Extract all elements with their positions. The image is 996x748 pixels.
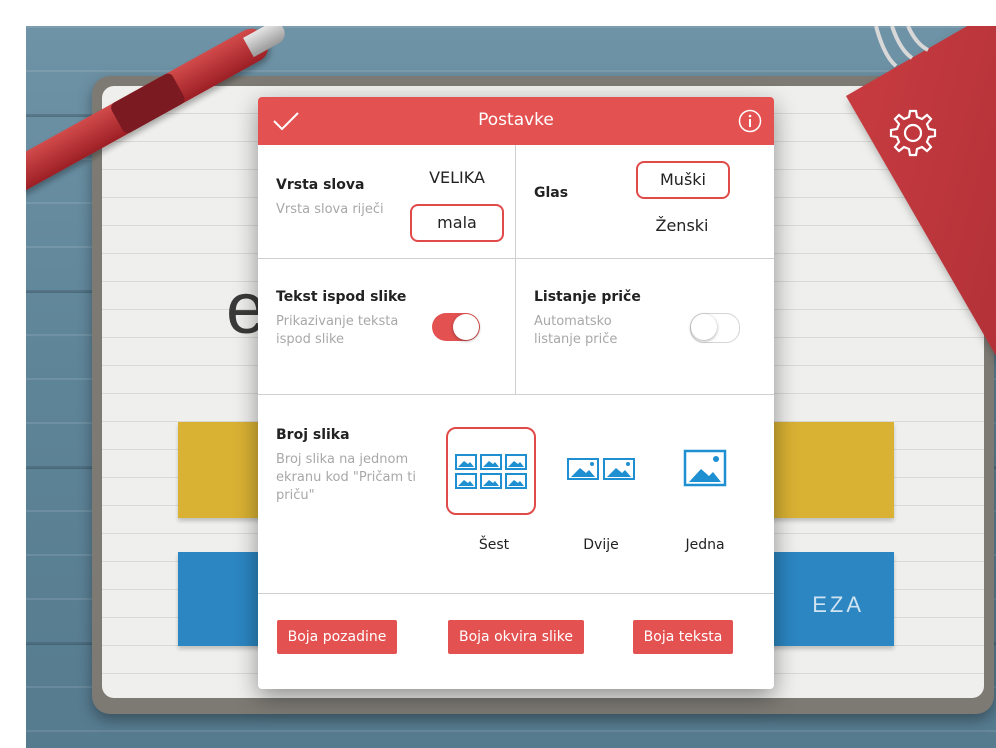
blue-menu-button-label: EZA: [812, 592, 864, 617]
font-voice-row: Vrsta slova Vrsta slova riječi VELIKA ma…: [258, 145, 774, 259]
six-images-option[interactable]: [446, 427, 536, 515]
text-color-button[interactable]: Boja teksta: [633, 620, 733, 654]
toggle-knob: [691, 314, 717, 340]
image-count-title: Broj slika: [276, 427, 350, 443]
color-buttons-row: Boja pozadine Boja okvira slike Boja tek…: [258, 594, 774, 689]
gear-icon[interactable]: [886, 106, 940, 160]
image-count-description: Broj slika na jednom ekranu kod "Pričam …: [276, 452, 417, 503]
two-images-icon: [567, 458, 635, 480]
two-images-option[interactable]: [564, 451, 638, 487]
caption-description: Prikazivanje teksta ispod slike: [276, 314, 399, 347]
settings-dialog: Postavke Vrsta slova Vrsta slova riječi …: [258, 97, 774, 689]
background-color-button[interactable]: Boja pozadine: [277, 620, 397, 654]
frame-color-button[interactable]: Boja okvira slike: [448, 620, 584, 654]
six-images-icon: [455, 454, 527, 489]
spiral-binding-icon: [874, 26, 929, 68]
dialog-header: Postavke: [258, 97, 774, 145]
one-image-option[interactable]: [680, 445, 730, 493]
caption-toggle[interactable]: [432, 313, 480, 341]
voice-title: Glas: [534, 185, 569, 201]
paging-toggle[interactable]: [690, 313, 740, 343]
toggles-row: Tekst ispod slike Prikazivanje teksta is…: [258, 259, 774, 395]
voice-female-option[interactable]: Ženski: [638, 209, 726, 243]
caption-title: Tekst ispod slike: [276, 289, 407, 305]
six-images-label: Šest: [478, 537, 510, 553]
paging-description: Automatsko listanje priče: [534, 314, 618, 347]
voice-male-option[interactable]: Muški: [636, 161, 730, 199]
dialog-title: Postavke: [478, 110, 554, 130]
paging-title: Listanje priče: [534, 289, 641, 305]
font-case-uppercase-option[interactable]: VELIKA: [418, 161, 496, 195]
toggle-knob: [453, 314, 479, 340]
font-case-lowercase-option[interactable]: mala: [410, 204, 504, 242]
column-divider: [515, 259, 516, 394]
image-count-row: Broj slika Broj slika na jednom ekranu k…: [258, 395, 774, 594]
one-image-icon: [683, 449, 727, 487]
pen-tip: [243, 26, 289, 58]
column-divider: [515, 145, 516, 258]
font-case-description: Vrsta slova riječi: [276, 202, 384, 217]
info-icon[interactable]: [738, 109, 762, 133]
two-images-label: Dvije: [583, 537, 619, 553]
font-case-title: Vrsta slova: [276, 177, 365, 193]
one-image-label: Jedna: [685, 537, 725, 553]
